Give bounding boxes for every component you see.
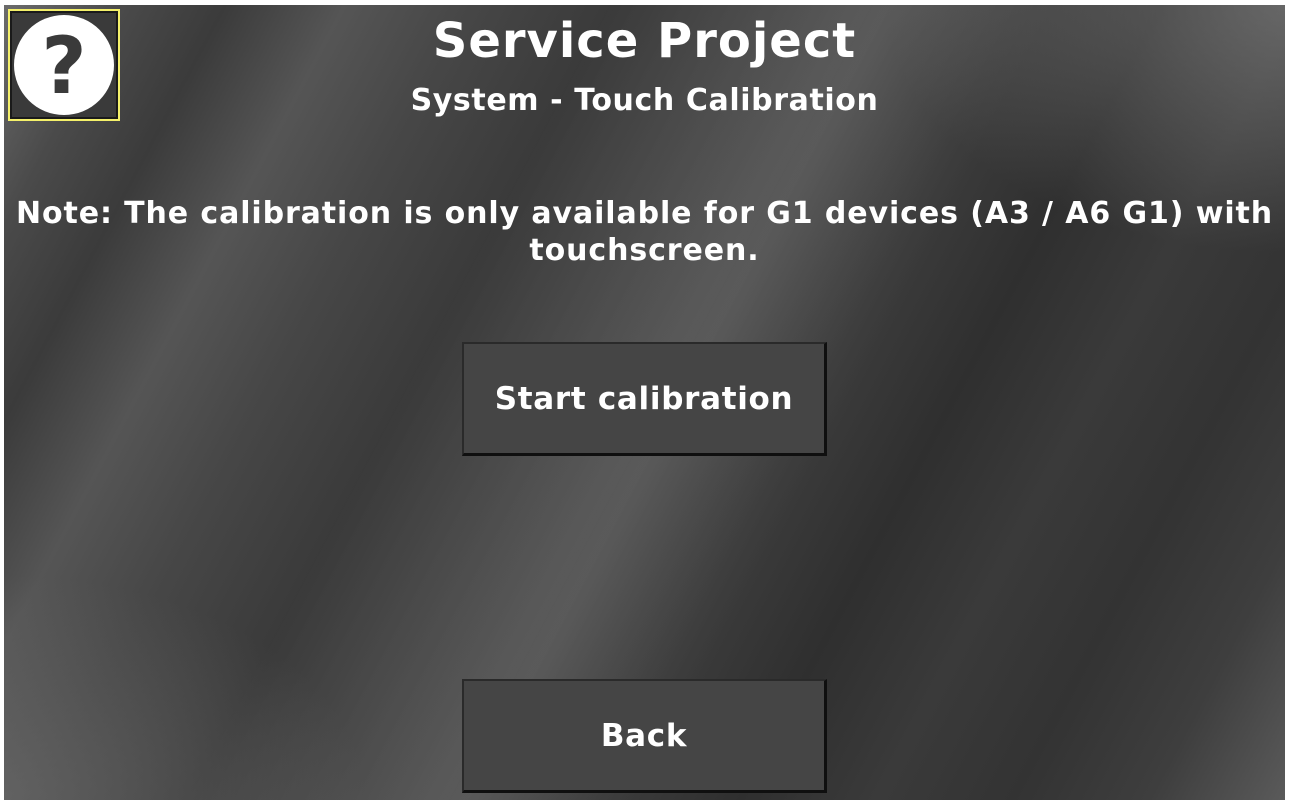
start-calibration-button[interactable]: Start calibration [462, 342, 827, 456]
page-title: Service Project [432, 13, 857, 69]
back-label: Back [600, 717, 688, 754]
start-calibration-label: Start calibration [494, 380, 794, 417]
back-button[interactable]: Back [462, 679, 827, 793]
page-subtitle: System - Touch Calibration [410, 83, 879, 118]
touch-calibration-screen: ? Service Project System - Touch Calibra… [4, 5, 1285, 800]
calibration-note: Note: The calibration is only available … [15, 196, 1274, 268]
